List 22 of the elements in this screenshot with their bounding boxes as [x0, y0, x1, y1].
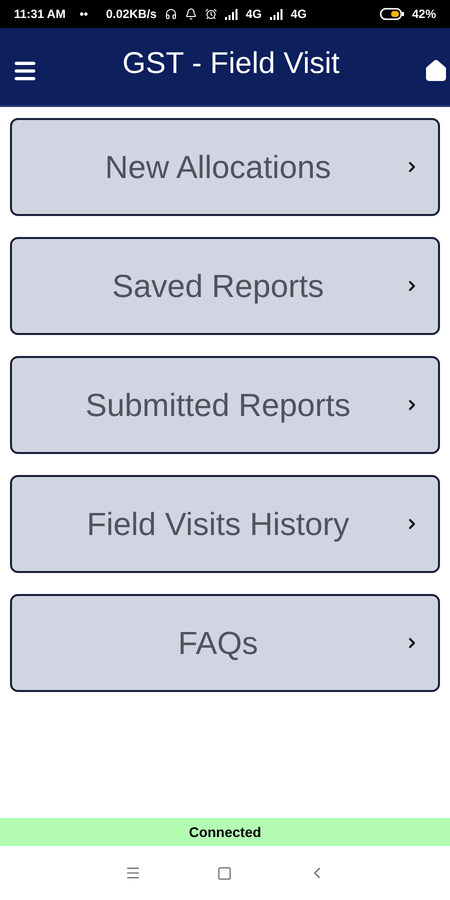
network-type: 4G: [246, 6, 262, 23]
signal-icon: [270, 8, 283, 20]
alarm-icon: [204, 8, 217, 20]
status-time: 11:31 AM: [14, 6, 66, 23]
battery-icon: [380, 8, 404, 20]
headphones-icon: [164, 8, 177, 20]
menu-item[interactable]: Submitted Reports: [10, 356, 440, 454]
menu-item[interactable]: FAQs: [10, 594, 440, 692]
signal-icon: [224, 8, 238, 20]
network-type: 4G: [290, 6, 307, 23]
menu-item[interactable]: Saved Reports: [10, 237, 440, 335]
connection-status: Connected: [188, 822, 262, 842]
bell-icon: [184, 8, 197, 20]
recent-apps-icon[interactable]: [124, 865, 140, 881]
home-nav-icon[interactable]: [216, 866, 232, 880]
status-dots: ••: [80, 6, 88, 23]
menu-item[interactable]: Field Visits History: [10, 475, 440, 573]
battery-percent: 42%: [412, 6, 436, 23]
app-title: GST - Field Visit: [121, 46, 341, 82]
home-button[interactable]: [424, 58, 448, 82]
menu-item[interactable]: New Allocations: [10, 118, 440, 216]
network-speed: 0.02KB/s: [106, 6, 157, 23]
